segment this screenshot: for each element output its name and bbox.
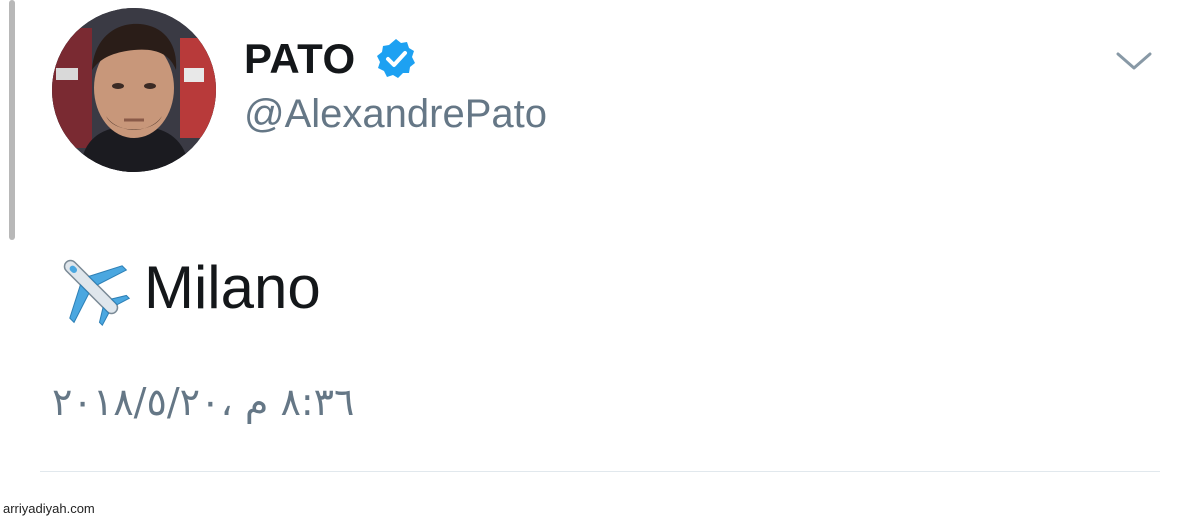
- tweet-body: Milano: [144, 253, 321, 321]
- tweet-timestamp[interactable]: ٨:٣٦ م ،٢٠١٨/٥/٢٠: [52, 380, 354, 424]
- chevron-down-icon: [1116, 52, 1152, 70]
- divider: [40, 471, 1160, 472]
- scrollbar[interactable]: [9, 0, 15, 240]
- verified-badge-icon: [374, 37, 418, 81]
- profile-photo-icon: [52, 8, 216, 172]
- author-handle[interactable]: @AlexandrePato: [244, 92, 547, 137]
- airplane-icon: [52, 248, 130, 326]
- display-name[interactable]: PATO: [244, 35, 356, 83]
- avatar[interactable]: [52, 8, 216, 172]
- tweet-screenshot: PATO @AlexandrePato Milano ٨:٣٦ م ،٢٠١٨/…: [0, 0, 1200, 519]
- tweet-menu-button[interactable]: [1114, 46, 1154, 76]
- watermark: arriyadiyah.com: [3, 501, 95, 516]
- author-name-row[interactable]: PATO: [244, 34, 418, 84]
- tweet-text: Milano: [52, 244, 321, 330]
